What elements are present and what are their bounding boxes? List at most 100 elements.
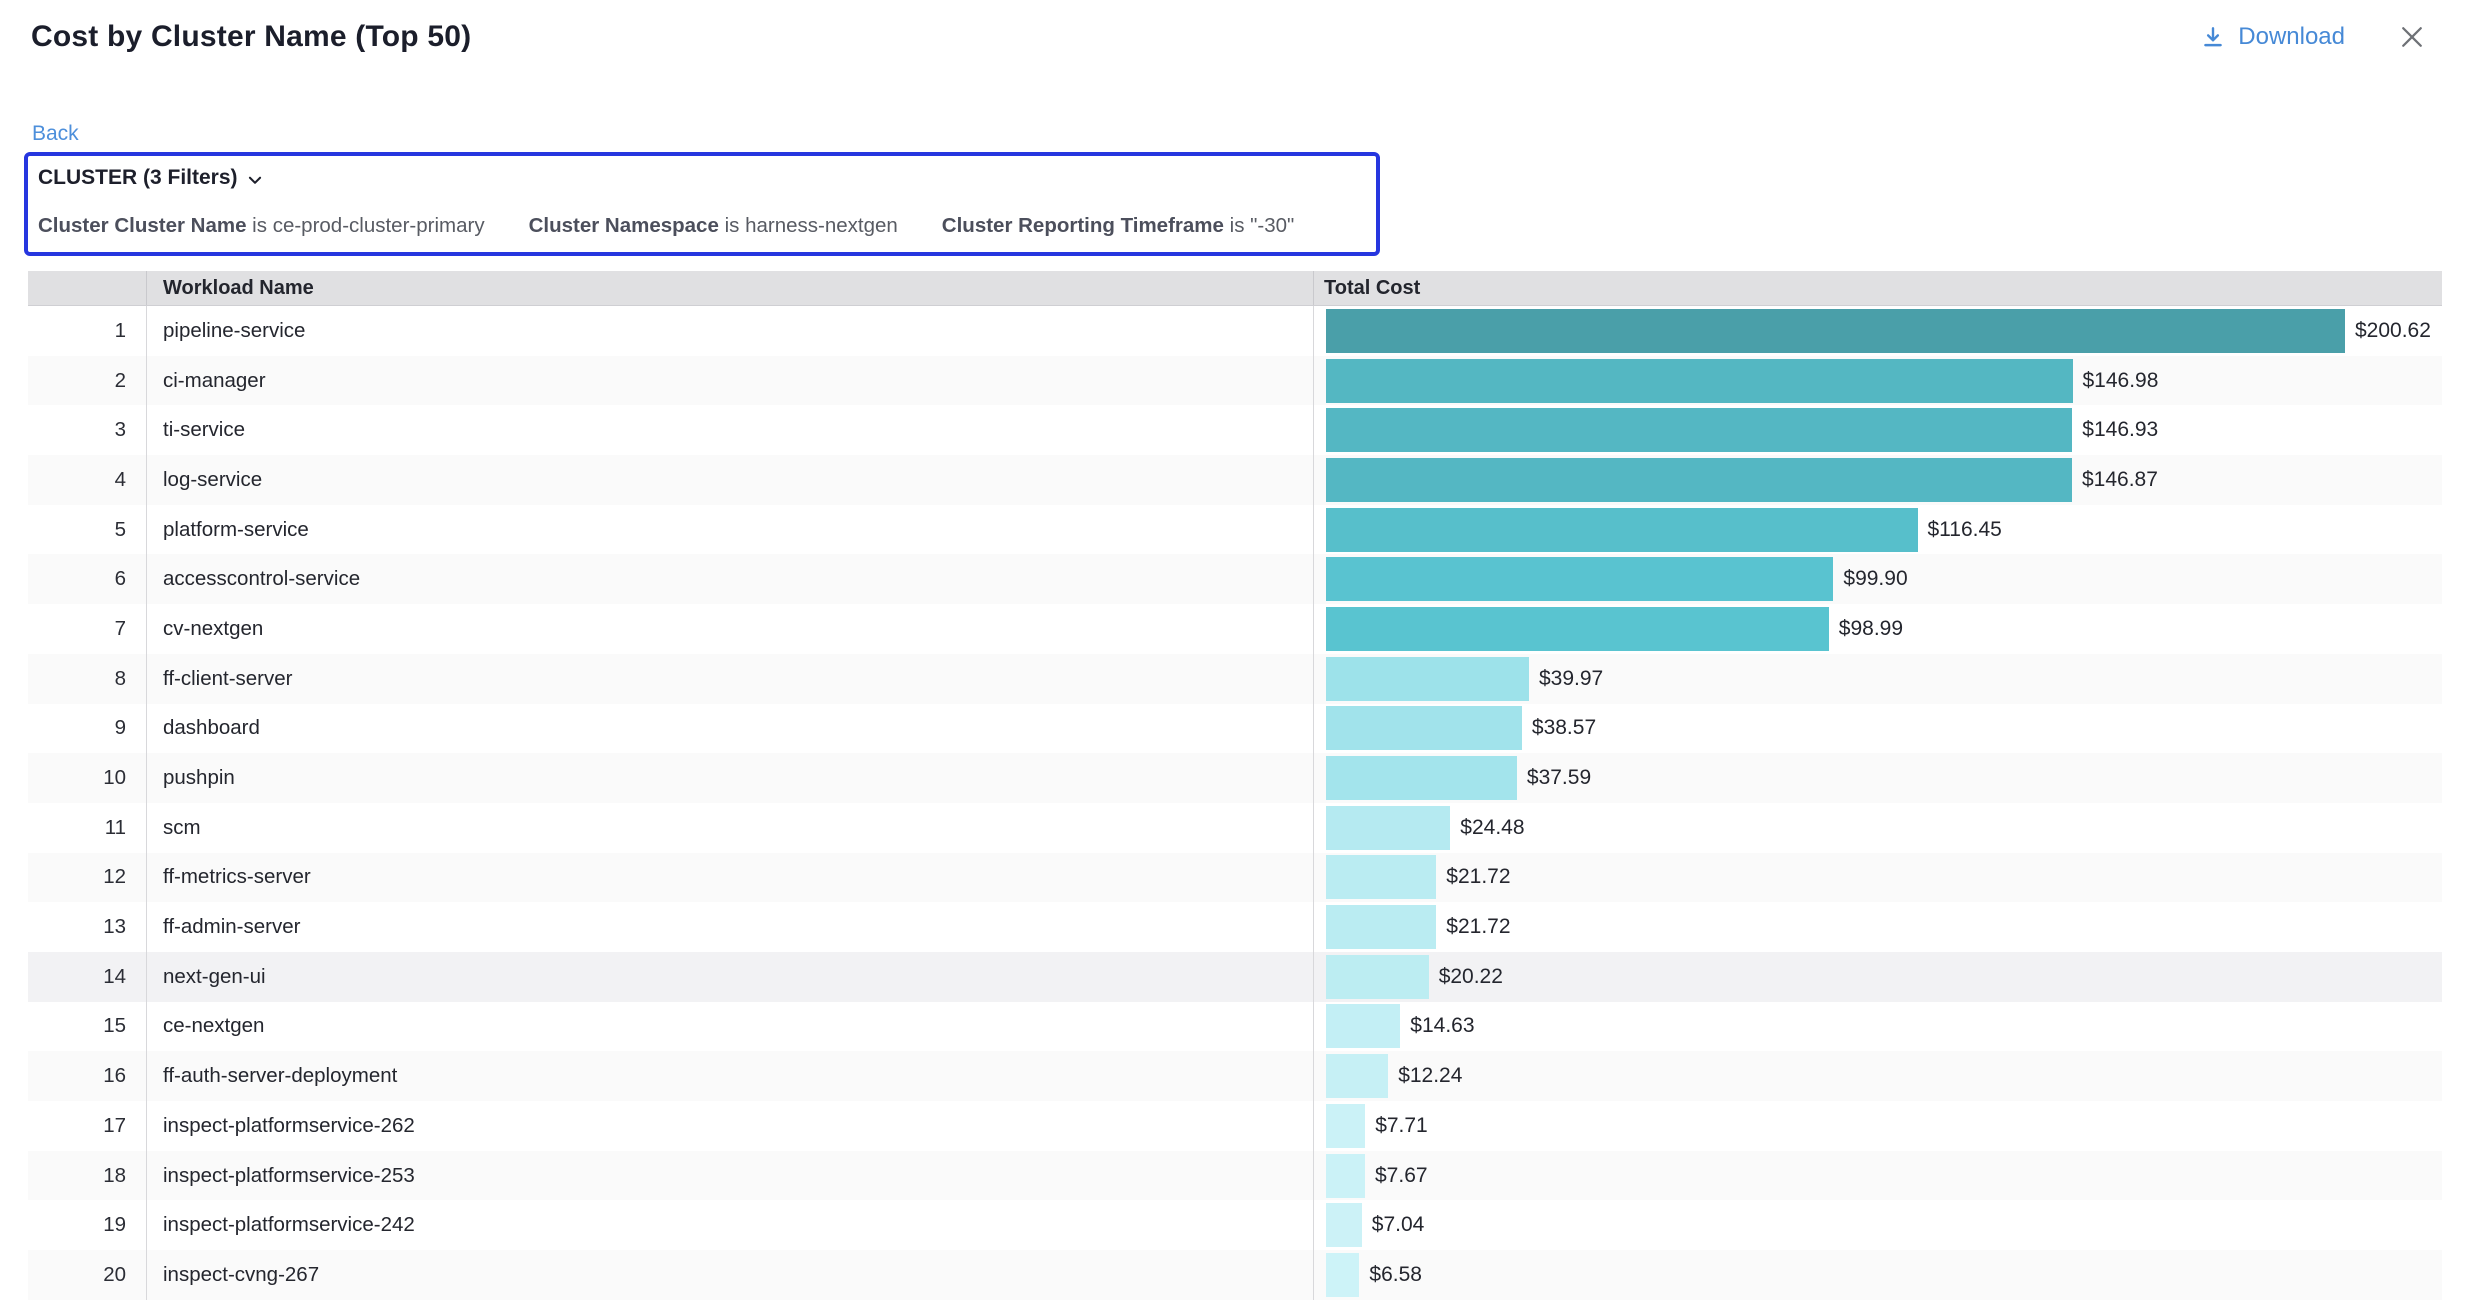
back-link[interactable]: Back bbox=[32, 122, 79, 146]
cost-bar[interactable] bbox=[1326, 706, 1522, 750]
cost-bar[interactable] bbox=[1326, 1104, 1365, 1148]
cost-cell: $98.99 bbox=[1313, 604, 2442, 654]
table-row[interactable]: 8ff-client-server $39.97 bbox=[28, 654, 2442, 704]
row-rank: 1 bbox=[28, 306, 146, 356]
table-row[interactable]: 11scm$24.48 bbox=[28, 803, 2442, 853]
table-header-row: Workload Name Total Cost bbox=[28, 271, 2442, 306]
cost-cell: $116.45 bbox=[1313, 505, 2442, 555]
cost-value: $20.22 bbox=[1439, 965, 1503, 989]
filter-operator: is bbox=[719, 214, 745, 237]
cost-bar[interactable] bbox=[1326, 657, 1529, 701]
cost-value: $7.04 bbox=[1372, 1213, 1425, 1237]
row-rank: 2 bbox=[28, 356, 146, 406]
table-row[interactable]: 15ce-nextgen$14.63 bbox=[28, 1002, 2442, 1052]
cost-cell: $39.97 bbox=[1313, 654, 2442, 704]
table-row[interactable]: 5platform-service$116.45 bbox=[28, 505, 2442, 555]
table-row[interactable]: 17inspect-platformservice-262$7.71 bbox=[28, 1101, 2442, 1151]
cost-cell: $7.67 bbox=[1313, 1151, 2442, 1201]
workload-name: pushpin bbox=[146, 753, 1313, 803]
cost-bar[interactable] bbox=[1326, 607, 1829, 651]
table-row[interactable]: 18inspect-platformservice-253$7.67 bbox=[28, 1151, 2442, 1201]
workload-name: ff-client-server bbox=[146, 654, 1313, 704]
column-header-rank bbox=[28, 271, 146, 305]
cost-cell: $6.58 bbox=[1313, 1250, 2442, 1300]
table-row[interactable]: 20inspect-cvng-267$6.58 bbox=[28, 1250, 2442, 1300]
cost-value: $39.97 bbox=[1539, 667, 1603, 691]
close-icon bbox=[2397, 22, 2427, 52]
row-rank: 20 bbox=[28, 1250, 146, 1300]
close-button[interactable] bbox=[2397, 22, 2427, 52]
table-row[interactable]: 3ti-service$146.93 bbox=[28, 405, 2442, 455]
column-header-total-cost[interactable]: Total Cost bbox=[1313, 271, 2442, 305]
cost-bar[interactable] bbox=[1326, 309, 2345, 353]
cost-cell: $37.59 bbox=[1313, 753, 2442, 803]
row-rank: 12 bbox=[28, 853, 146, 903]
workload-name: dashboard bbox=[146, 704, 1313, 754]
workload-name: inspect-cvng-267 bbox=[146, 1250, 1313, 1300]
cost-cell: $200.62 bbox=[1313, 306, 2442, 356]
table-row[interactable]: 1pipeline-service$200.62 bbox=[28, 306, 2442, 356]
cost-value: $146.98 bbox=[2083, 369, 2159, 393]
cost-bar[interactable] bbox=[1326, 756, 1517, 800]
filter-item-namespace: Cluster Namespace is harness-nextgen bbox=[529, 214, 898, 238]
table-row[interactable]: 2ci-manager$146.98 bbox=[28, 356, 2442, 406]
table-row[interactable]: 6accesscontrol-service$99.90 bbox=[28, 554, 2442, 604]
cluster-filters-toggle[interactable]: CLUSTER (3 Filters) bbox=[38, 166, 1366, 190]
filter-field: Cluster Namespace bbox=[529, 214, 719, 237]
table-row[interactable]: 16ff-auth-server-deployment$12.24 bbox=[28, 1051, 2442, 1101]
filter-field: Cluster Cluster Name bbox=[38, 214, 246, 237]
table-row[interactable]: 10pushpin$37.59 bbox=[28, 753, 2442, 803]
column-header-workload-name[interactable]: Workload Name bbox=[146, 271, 1313, 305]
table-row[interactable]: 14next-gen-ui$20.22 bbox=[28, 952, 2442, 1002]
filter-item-cluster-name: Cluster Cluster Name is ce-prod-cluster-… bbox=[38, 214, 485, 238]
table-row[interactable]: 7cv-nextgen$98.99 bbox=[28, 604, 2442, 654]
filter-operator: is bbox=[246, 214, 272, 237]
cost-cell: $38.57 bbox=[1313, 704, 2442, 754]
table-row[interactable]: 12ff-metrics-server$21.72 bbox=[28, 853, 2442, 903]
table-row[interactable]: 19inspect-platformservice-242$7.04 bbox=[28, 1200, 2442, 1250]
cost-bar[interactable] bbox=[1326, 955, 1429, 999]
table-row[interactable]: 9dashboard$38.57 bbox=[28, 704, 2442, 754]
cost-cell: $99.90 bbox=[1313, 554, 2442, 604]
filter-value: harness-nextgen bbox=[745, 214, 898, 237]
row-rank: 8 bbox=[28, 654, 146, 704]
row-rank: 18 bbox=[28, 1151, 146, 1201]
filter-value: "-30" bbox=[1250, 214, 1294, 237]
cost-bar[interactable] bbox=[1326, 1203, 1362, 1247]
cost-bar[interactable] bbox=[1326, 508, 1918, 552]
cost-bar[interactable] bbox=[1326, 557, 1833, 601]
cost-bar[interactable] bbox=[1326, 1054, 1388, 1098]
column-header-workload-name-label: Workload Name bbox=[163, 277, 314, 300]
cost-bar[interactable] bbox=[1326, 1004, 1400, 1048]
cost-cell: $146.98 bbox=[1313, 356, 2442, 406]
cost-bar[interactable] bbox=[1326, 458, 2072, 502]
row-rank: 5 bbox=[28, 505, 146, 555]
cost-cell: $12.24 bbox=[1313, 1051, 2442, 1101]
cost-bar[interactable] bbox=[1326, 1154, 1365, 1198]
cost-bar[interactable] bbox=[1326, 1253, 1359, 1297]
column-header-total-cost-label: Total Cost bbox=[1324, 277, 1420, 300]
cost-cell: $7.04 bbox=[1313, 1200, 2442, 1250]
cost-value: $146.87 bbox=[2082, 468, 2158, 492]
cost-bar[interactable] bbox=[1326, 408, 2072, 452]
row-rank: 9 bbox=[28, 704, 146, 754]
cost-cell: $146.87 bbox=[1313, 455, 2442, 505]
download-button[interactable]: Download bbox=[2200, 23, 2345, 51]
row-rank: 13 bbox=[28, 902, 146, 952]
cost-bar[interactable] bbox=[1326, 359, 2073, 403]
cost-bar[interactable] bbox=[1326, 806, 1450, 850]
cost-bar[interactable] bbox=[1326, 855, 1436, 899]
chevron-down-icon bbox=[246, 171, 264, 189]
table-row[interactable]: 4log-service$146.87 bbox=[28, 455, 2442, 505]
cost-bar[interactable] bbox=[1326, 905, 1436, 949]
filter-value: ce-prod-cluster-primary bbox=[273, 214, 485, 237]
cost-value: $116.45 bbox=[1928, 518, 2002, 542]
table-row[interactable]: 13ff-admin-server$21.72 bbox=[28, 902, 2442, 952]
workload-name: ff-auth-server-deployment bbox=[146, 1051, 1313, 1101]
filter-item-reporting-timeframe: Cluster Reporting Timeframe is "-30" bbox=[942, 214, 1295, 238]
page-title: Cost by Cluster Name (Top 50) bbox=[31, 20, 471, 54]
row-rank: 16 bbox=[28, 1051, 146, 1101]
workload-name: inspect-platformservice-262 bbox=[146, 1101, 1313, 1151]
cost-cell: $24.48 bbox=[1313, 803, 2442, 853]
row-rank: 4 bbox=[28, 455, 146, 505]
